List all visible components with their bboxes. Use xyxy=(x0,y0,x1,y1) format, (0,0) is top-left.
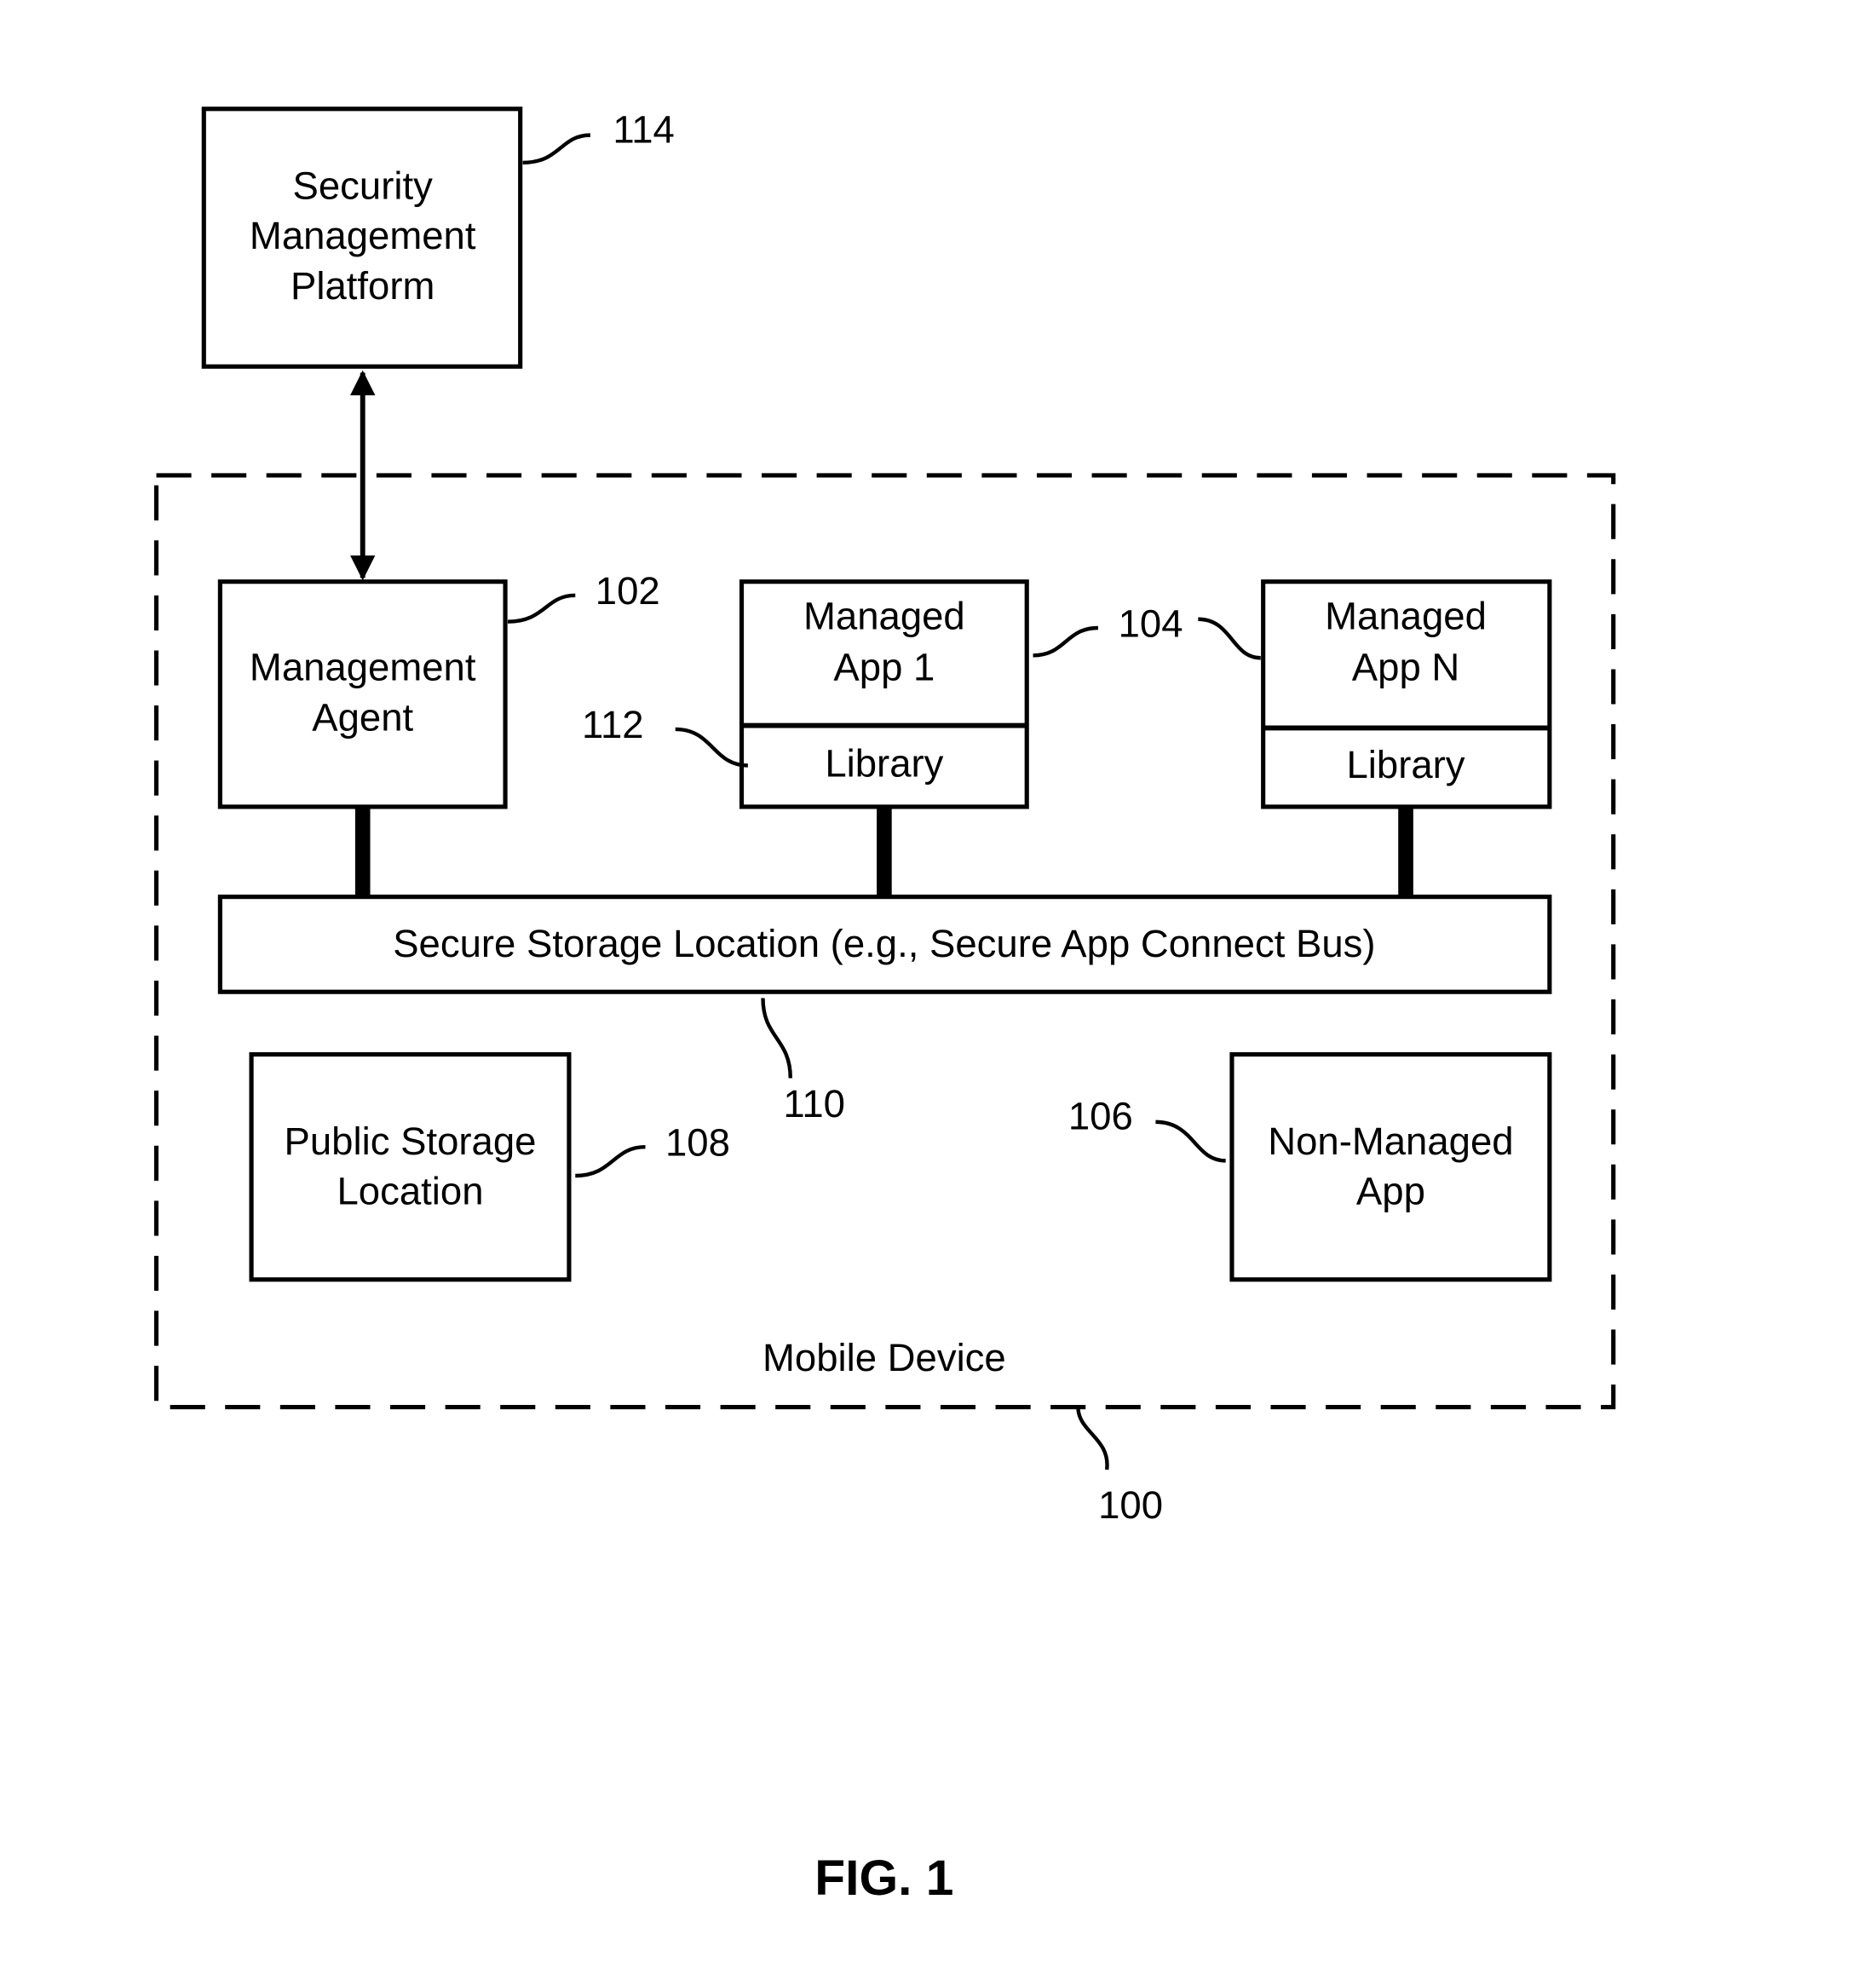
security-management-platform-box: Security Management Platform xyxy=(201,106,523,369)
ref-112-leader xyxy=(675,727,748,768)
ref-112: 112 xyxy=(582,703,644,746)
smp-line-1: Security xyxy=(293,164,434,207)
ref-104: 104 xyxy=(1119,601,1183,645)
ref-106: 106 xyxy=(1068,1095,1133,1138)
public-line-2: Location xyxy=(337,1170,483,1213)
appn-line-2: App N xyxy=(1352,646,1459,689)
ref-104-leader-left xyxy=(1033,625,1098,658)
appn-library: Library xyxy=(1346,743,1465,786)
mobile-device-label: Mobile Device xyxy=(762,1336,1006,1379)
ref-100-leader xyxy=(1076,1407,1109,1471)
managed-app-n-box: Managed App N Library xyxy=(1261,579,1552,809)
ref-108-leader xyxy=(575,1145,646,1178)
smp-line-3: Platform xyxy=(291,264,434,308)
ref-114-leader xyxy=(522,133,590,165)
ref-108: 108 xyxy=(665,1121,730,1165)
ref-110-leader xyxy=(761,998,792,1079)
secure-storage-bus: Secure Storage Location (e.g., Secure Ap… xyxy=(217,895,1552,994)
figure-caption: FIG. 1 xyxy=(814,1850,953,1906)
ref-100: 100 xyxy=(1098,1483,1163,1527)
managed-app-1-box: Managed App 1 Library xyxy=(739,579,1029,809)
nonmanaged-line-1: Non-Managed xyxy=(1268,1120,1513,1163)
non-managed-app-box: Non-Managed App xyxy=(1229,1052,1552,1282)
agent-line-1: Management xyxy=(250,646,476,689)
ref-114: 114 xyxy=(613,107,675,151)
management-agent-box: Management Agent xyxy=(217,579,508,809)
ref-102: 102 xyxy=(596,569,660,613)
app1-library: Library xyxy=(825,742,943,786)
appn-line-1: Managed xyxy=(1325,594,1487,637)
smp-line-2: Management xyxy=(250,214,476,257)
patent-diagram: Mobile Device 100 Security Management Pl… xyxy=(153,106,1616,1906)
ref-106-leader xyxy=(1155,1120,1226,1163)
ref-110: 110 xyxy=(783,1082,845,1125)
ref-104-leader-right xyxy=(1198,617,1261,660)
app1-line-1: Managed xyxy=(803,594,965,637)
nonmanaged-line-2: App xyxy=(1356,1170,1425,1213)
ref-102-leader xyxy=(507,593,576,624)
secure-storage-label: Secure Storage Location (e.g., Secure Ap… xyxy=(393,922,1375,965)
public-line-1: Public Storage xyxy=(285,1120,537,1163)
agent-line-2: Agent xyxy=(312,695,413,739)
public-storage-box: Public Storage Location xyxy=(249,1052,572,1282)
app1-line-2: App 1 xyxy=(833,646,935,689)
